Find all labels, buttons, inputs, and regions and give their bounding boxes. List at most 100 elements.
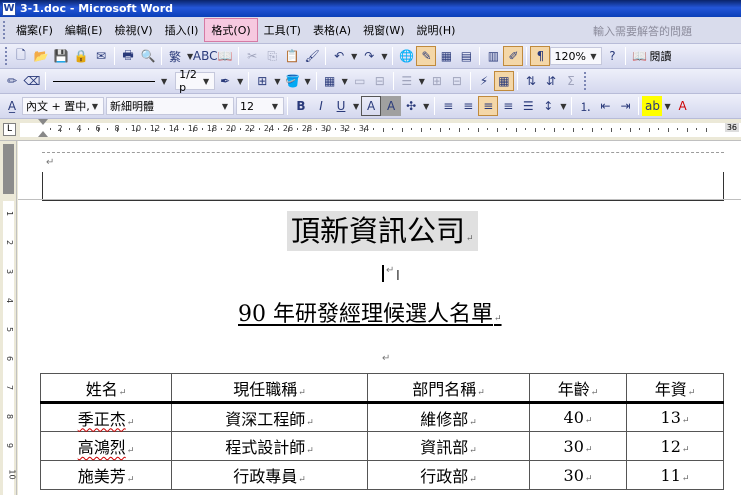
autosum-icon[interactable]: Σ <box>561 71 581 91</box>
table-cell[interactable]: 施美芳↵ <box>40 460 172 490</box>
align-justify-icon[interactable]: ≡ <box>458 96 478 116</box>
insert-table-icon[interactable]: ▦ <box>436 46 456 66</box>
help-search-input[interactable]: 輸入需要解答的問題 <box>589 22 737 39</box>
undo-dropdown-caret[interactable]: ▼ <box>351 52 357 61</box>
tables-borders-icon[interactable]: ✎ <box>416 46 437 66</box>
distributed-align-icon[interactable]: ☰ <box>518 96 538 116</box>
menu-format[interactable]: 格式(O) <box>204 18 258 42</box>
menu-window[interactable]: 視窗(W) <box>357 19 410 41</box>
print-icon[interactable]: 🖶 <box>118 46 138 66</box>
font-size-select[interactable]: 12 ▼ <box>236 97 284 115</box>
new-document-icon[interactable]: 🗋 <box>11 46 31 66</box>
header-cell-age[interactable]: 年齡↵ <box>529 373 627 404</box>
table-cell[interactable]: 12↵ <box>626 431 724 461</box>
italic-button[interactable]: I <box>311 96 331 116</box>
align-cell-icon[interactable]: ☰ <box>397 71 417 91</box>
insert-excel-icon[interactable]: ▤ <box>456 46 476 66</box>
table-cell[interactable]: 程式設計師↵ <box>171 431 368 461</box>
align-left-icon[interactable]: ≡ <box>438 96 458 116</box>
cut-icon[interactable]: ✂ <box>242 46 262 66</box>
distribute-rows-icon[interactable]: ⊞ <box>427 71 447 91</box>
border-color-icon[interactable]: ✒ <box>215 71 235 91</box>
undo-icon[interactable]: ↶ <box>329 46 349 66</box>
sort-descending-icon[interactable]: ⇵ <box>541 71 561 91</box>
font-select[interactable]: 新細明體 ▼ <box>106 97 234 115</box>
split-cells-icon[interactable]: ⊟ <box>370 71 390 91</box>
numbering-icon[interactable]: ⒈ <box>575 96 595 116</box>
style-select[interactable]: 內文 + 置中, ▼ <box>22 97 104 115</box>
table-autoformat-icon[interactable]: ⚡ <box>474 71 494 91</box>
character-border-button[interactable]: A <box>361 96 382 116</box>
shading-caret[interactable]: ▼ <box>304 77 310 86</box>
table-cell[interactable]: 資訊部↵ <box>367 431 530 461</box>
paste-icon[interactable]: 📋 <box>282 46 302 66</box>
font-color-icon[interactable]: A <box>673 96 693 116</box>
table-cell[interactable]: 季正杰↵ <box>40 402 172 432</box>
research-icon[interactable]: 📖 <box>215 46 235 66</box>
highlight-icon[interactable]: ab <box>642 96 663 116</box>
eraser-icon[interactable]: ⌫ <box>22 71 42 91</box>
subtitle[interactable]: 90 年研發經理候選人名單↵ <box>238 301 502 333</box>
vertical-ruler[interactable]: 1 2 3 4 5 6 7 8 9 10 <box>0 141 17 495</box>
shading-color-icon[interactable]: 🪣 <box>282 71 302 91</box>
tab-stop-selector[interactable]: L <box>3 123 16 136</box>
spelling-check-icon[interactable]: ABC <box>193 46 218 66</box>
borders-icon[interactable]: ⊞ <box>252 71 272 91</box>
styles-formatting-icon[interactable]: A̲ <box>2 96 22 116</box>
menu-tools[interactable]: 工具(T) <box>258 19 307 41</box>
border-color-caret[interactable]: ▼ <box>237 77 243 86</box>
header-cell-dept[interactable]: 部門名稱↵ <box>367 373 530 404</box>
read-mode-label[interactable]: 閱讀 <box>649 48 671 64</box>
underline-caret[interactable]: ▼ <box>353 102 359 111</box>
decrease-indent-icon[interactable]: ⇤ <box>595 96 615 116</box>
insert-table-dropdown-icon[interactable]: ▦ <box>320 71 340 91</box>
table-cell[interactable]: 維修部↵ <box>367 402 530 432</box>
permission-icon[interactable]: 🔒 <box>71 46 91 66</box>
company-title[interactable]: 頂新資訊公司↵ <box>287 211 478 251</box>
menu-view[interactable]: 檢視(V) <box>108 19 158 41</box>
header-cell-name[interactable]: 姓名↵ <box>40 373 172 404</box>
character-shading-button[interactable]: A <box>381 96 402 116</box>
redo-icon[interactable]: ↷ <box>359 46 379 66</box>
format-painter-icon[interactable]: 🖌 <box>302 46 322 66</box>
borders-caret[interactable]: ▼ <box>274 77 280 86</box>
toolbar-options-icon[interactable] <box>583 72 587 90</box>
draw-table-icon[interactable]: ✏ <box>2 71 22 91</box>
table-cell[interactable]: 行政部↵ <box>367 460 530 490</box>
align-center-icon[interactable]: ≡ <box>478 96 499 116</box>
word-app-icon[interactable]: W <box>2 1 16 16</box>
distribute-columns-icon[interactable]: ⊟ <box>447 71 467 91</box>
drawing-icon[interactable]: ✐ <box>503 46 524 66</box>
menu-help[interactable]: 說明(H) <box>411 19 462 41</box>
header-cell-title[interactable]: 現任職稱↵ <box>171 373 368 404</box>
copy-icon[interactable]: ⎘ <box>262 46 282 66</box>
menu-table[interactable]: 表格(A) <box>307 19 357 41</box>
table-cell[interactable]: 資深工程師↵ <box>171 402 368 432</box>
line-spacing-caret[interactable]: ▼ <box>560 102 566 111</box>
bold-button[interactable]: B <box>291 96 311 116</box>
line-style-select[interactable] <box>49 72 159 90</box>
print-preview-icon[interactable]: 🔍 <box>138 46 158 66</box>
table-cell[interactable]: 高鴻烈↵ <box>40 431 172 461</box>
menu-insert[interactable]: 插入(I) <box>159 19 205 41</box>
indent-markers[interactable] <box>38 119 48 139</box>
redo-dropdown-caret[interactable]: ▼ <box>381 52 387 61</box>
traditional-chinese-convert-button[interactable]: 繁 <box>165 46 185 66</box>
line-style-caret[interactable]: ▼ <box>161 77 167 86</box>
sort-ascending-icon[interactable]: ⇅ <box>521 71 541 91</box>
ruler-right-margin[interactable]: 36 <box>724 123 739 132</box>
help-icon[interactable]: ? <box>602 46 622 66</box>
columns-icon[interactable]: ▥ <box>483 46 503 66</box>
horizontal-ruler[interactable]: L 246810121416182022242628303234 36 <box>0 119 741 141</box>
line-weight-select[interactable]: 1/2 p ▼ <box>175 68 216 94</box>
open-folder-icon[interactable]: 📂 <box>31 46 51 66</box>
menu-file[interactable]: 檔案(F) <box>10 19 59 41</box>
table-cell[interactable]: 30↵ <box>529 431 627 461</box>
zoom-select[interactable]: 120% ▼ <box>550 47 603 65</box>
show-gridlines-icon[interactable]: ▦ <box>493 71 514 91</box>
read-mode-icon[interactable]: 📖 <box>629 46 649 66</box>
align-cell-caret[interactable]: ▼ <box>419 77 425 86</box>
scaling-caret[interactable]: ▼ <box>423 102 429 111</box>
character-scaling-icon[interactable]: ✣ <box>401 96 421 116</box>
insert-table-caret[interactable]: ▼ <box>342 77 348 86</box>
